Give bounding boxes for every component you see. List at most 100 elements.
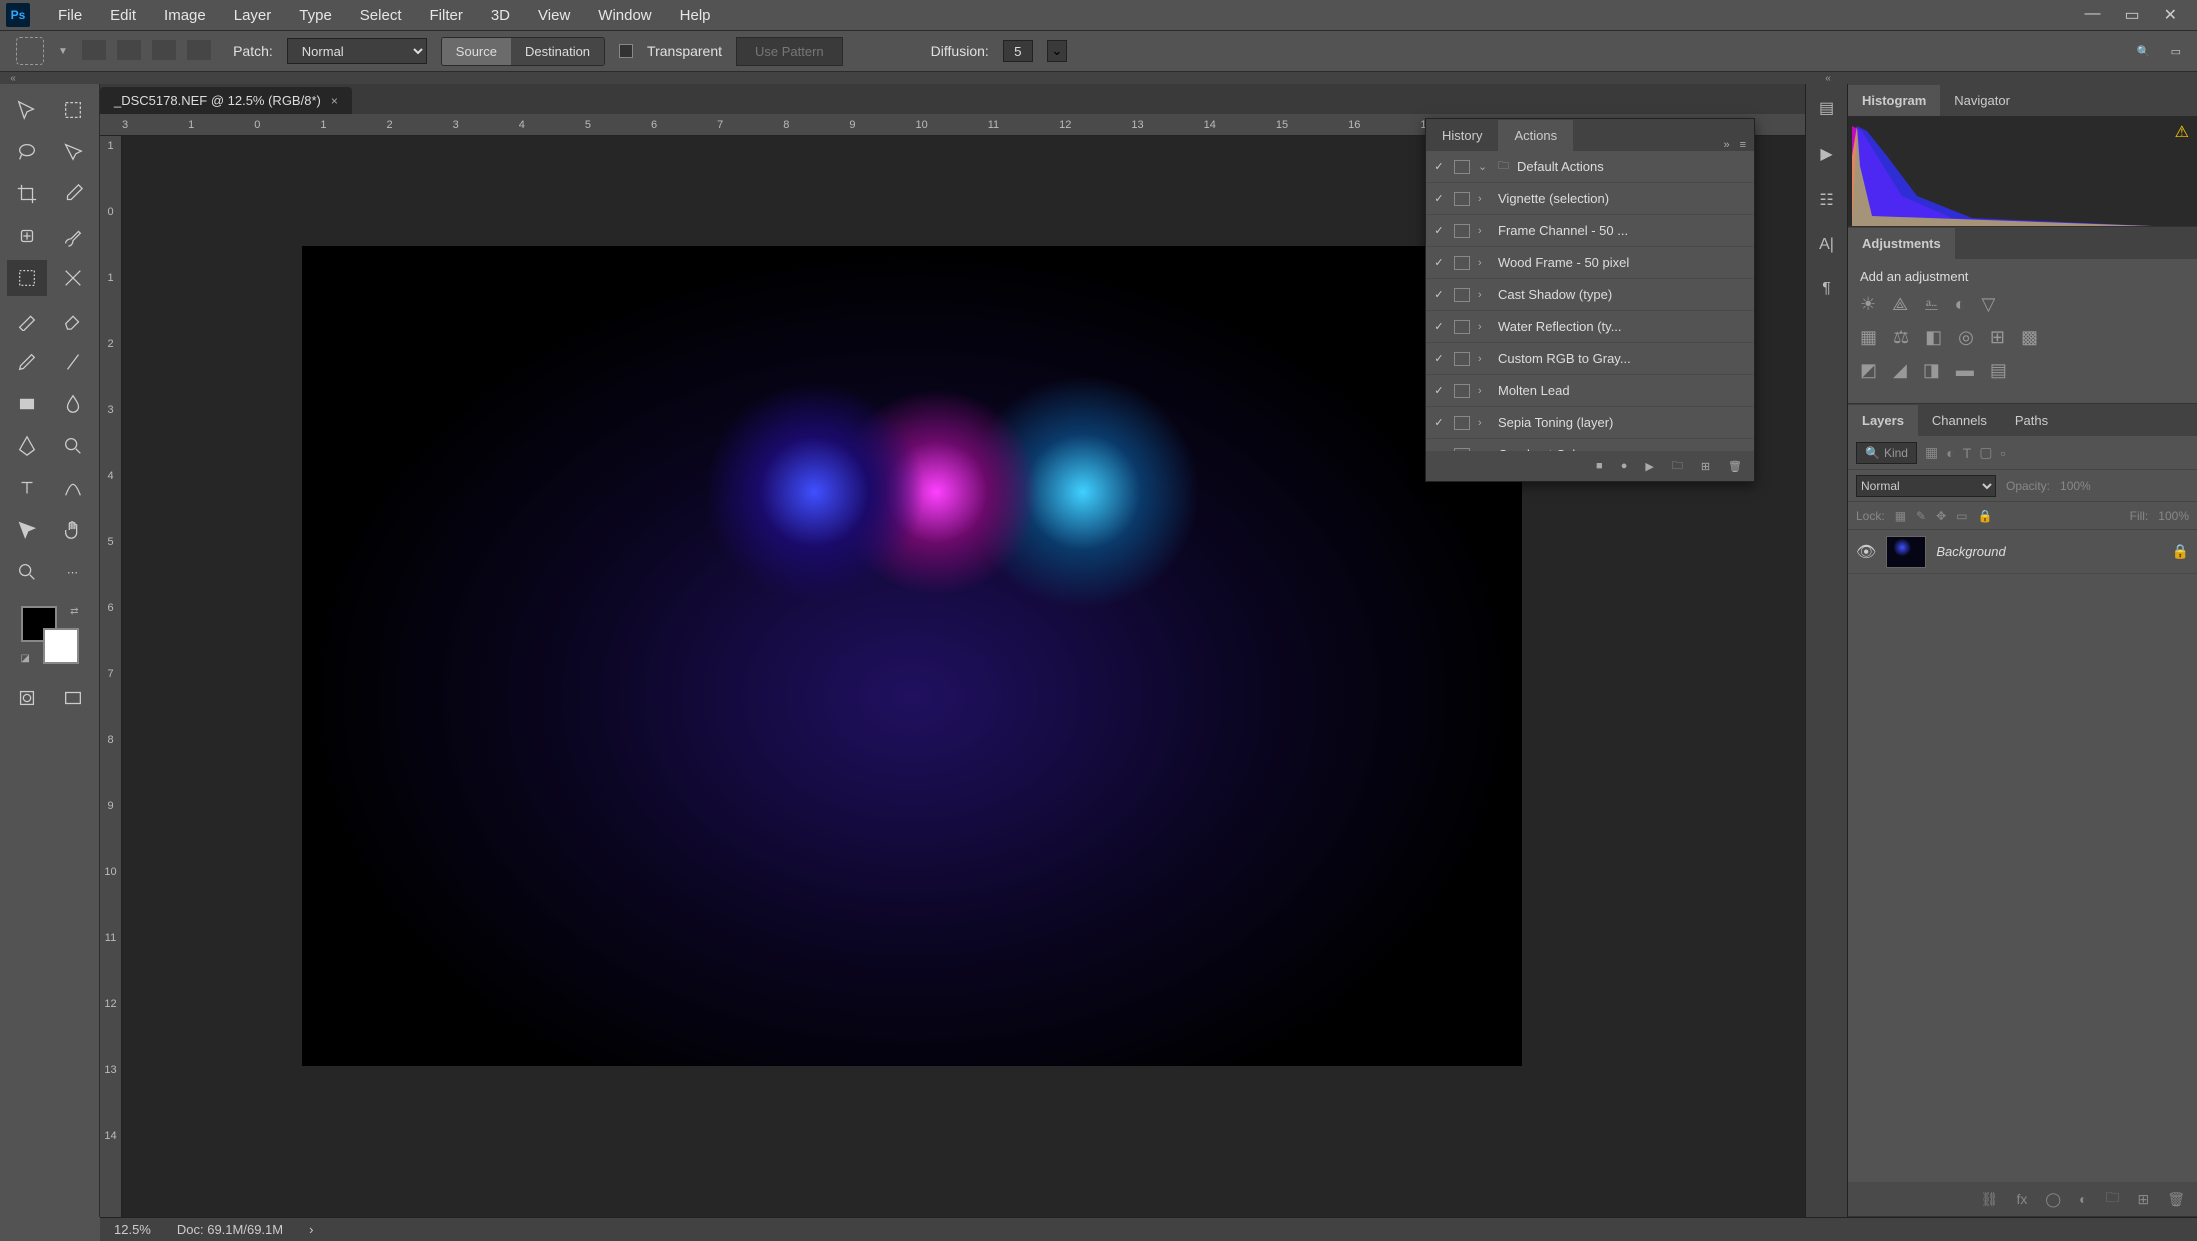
document-tab[interactable]: _DSC5178.NEF @ 12.5% (RGB/8*) × (100, 87, 352, 114)
ruler-vertical[interactable]: 101234567891011121314 (100, 136, 122, 1217)
adj-posterize-icon[interactable]: ◢ (1893, 360, 1907, 381)
delete-action-icon[interactable]: 🗑 (1728, 460, 1742, 473)
menu-file[interactable]: File (44, 7, 96, 24)
action-row[interactable]: ✓›Cast Shadow (type) (1426, 279, 1754, 311)
tab-adjustments[interactable]: Adjustments (1848, 228, 1955, 259)
new-group-icon[interactable]: 🗀 (2105, 1187, 2119, 1211)
layer-thumbnail[interactable] (1886, 536, 1926, 568)
adj-selective-icon[interactable]: ▤ (1990, 360, 2007, 381)
tab-channels[interactable]: Channels (1918, 405, 2001, 436)
adj-curves-icon[interactable]: ⎁ (1924, 294, 1938, 315)
panel-menu-icon[interactable]: ≡ (1740, 139, 1746, 151)
panel-icon-paragraph[interactable]: ¶ (1822, 280, 1831, 298)
layer-fx-icon[interactable]: fx (2016, 1191, 2027, 1207)
panel-collapse-icon[interactable]: » (1723, 139, 1729, 151)
search-icon[interactable]: 🔍 (2137, 45, 2151, 58)
menu-window[interactable]: Window (584, 7, 665, 24)
filter-adjust-icon[interactable]: ◐ (1946, 445, 1954, 461)
pen-tool[interactable] (7, 428, 47, 464)
menu-layer[interactable]: Layer (220, 7, 286, 24)
layer-lock-icon[interactable]: 🔒 (2172, 543, 2189, 560)
histogram-warning-icon[interactable]: ⚠ (2175, 122, 2189, 142)
gradient-tool[interactable] (53, 344, 93, 380)
adj-exposure-icon[interactable]: ◐ (1955, 294, 1966, 315)
current-tool-icon[interactable] (16, 37, 44, 65)
opacity-value[interactable]: 100% (2060, 479, 2091, 493)
brush-tool[interactable] (53, 218, 93, 254)
menu-type[interactable]: Type (285, 7, 346, 24)
action-row[interactable]: ✓›Sepia Toning (layer) (1426, 407, 1754, 439)
adj-balance-icon[interactable]: ⚖ (1893, 327, 1909, 348)
panel-icon-character[interactable]: A| (1819, 236, 1834, 254)
new-layer-icon[interactable]: ⊞ (2137, 1191, 2149, 1208)
lock-pixels-icon[interactable]: ▦ (1895, 509, 1906, 523)
close-tab-icon[interactable]: × (331, 94, 338, 108)
menu-view[interactable]: View (524, 7, 584, 24)
filter-type-icon[interactable]: T (1963, 445, 1972, 461)
link-layers-icon[interactable]: ⛓ (1981, 1191, 1999, 1208)
tool-preset-chevron-icon[interactable]: ▼ (58, 46, 68, 57)
maximize-icon[interactable]: ▭ (2124, 5, 2139, 25)
color-swatches[interactable]: ⇄ ◪ (21, 606, 79, 664)
panel-icon-swatches[interactable]: ▤ (1819, 98, 1834, 118)
adj-lut-icon[interactable]: ▩ (2021, 327, 2038, 348)
adj-channel-mixer-icon[interactable]: ⊞ (1990, 327, 2005, 348)
zoom-tool[interactable] (7, 554, 47, 590)
menu-3d[interactable]: 3D (477, 7, 524, 24)
patch-intersect-icon[interactable] (187, 40, 211, 60)
action-row[interactable]: ✓›Frame Channel - 50 ... (1426, 215, 1754, 247)
blend-mode-select[interactable]: Normal (1856, 475, 1996, 497)
tab-history[interactable]: History (1426, 120, 1498, 151)
lock-paint-icon[interactable]: ✎ (1916, 509, 1926, 523)
actions-panel[interactable]: History Actions » ≡ ✓ ⌄ 🗀 Default Action… (1425, 118, 1755, 482)
diffusion-stepper[interactable]: ⌄ (1047, 40, 1067, 62)
panel-icon-styles[interactable]: ☷ (1819, 190, 1833, 210)
hand-tool[interactable] (53, 512, 93, 548)
action-row[interactable]: ✓›Molten Lead (1426, 375, 1754, 407)
more-tools[interactable]: ⋯ (53, 554, 93, 590)
tab-actions[interactable]: Actions (1498, 120, 1573, 151)
adj-invert-icon[interactable]: ◩ (1860, 360, 1877, 381)
background-swatch[interactable] (43, 628, 79, 664)
action-row[interactable]: ✓›Vignette (selection) (1426, 183, 1754, 215)
adj-bw-icon[interactable]: ◧ (1925, 327, 1942, 348)
diffusion-input[interactable] (1003, 40, 1033, 62)
menu-edit[interactable]: Edit (96, 7, 150, 24)
lock-artboard-icon[interactable]: ▭ (1956, 509, 1967, 523)
clone-tool[interactable] (53, 260, 93, 296)
filter-pixel-icon[interactable]: ▦ (1925, 444, 1938, 461)
source-button[interactable]: Source (442, 38, 511, 65)
menu-image[interactable]: Image (150, 7, 220, 24)
move-tool[interactable] (7, 92, 47, 128)
direct-select-tool[interactable] (7, 512, 47, 548)
adj-threshold-icon[interactable]: ◨ (1923, 360, 1940, 381)
layer-row[interactable]: 👁 Background 🔒 (1848, 530, 2197, 574)
history-brush-tool[interactable] (7, 302, 47, 338)
lock-all-icon[interactable]: 🔒 (1978, 509, 1993, 523)
action-dialog-box[interactable] (1454, 160, 1470, 174)
quick-select-tool[interactable] (53, 134, 93, 170)
filter-shape-icon[interactable]: ▢ (1979, 444, 1992, 461)
action-row[interactable]: ✓›Water Reflection (ty... (1426, 311, 1754, 343)
close-icon[interactable]: ✕ (2164, 5, 2177, 25)
tab-navigator[interactable]: Navigator (1940, 85, 2024, 116)
patch-tool[interactable] (7, 260, 47, 296)
adj-gradientmap-icon[interactable]: ▬ (1956, 360, 1974, 381)
minimize-icon[interactable]: — (2084, 5, 2100, 25)
patch-mode-select[interactable]: Normal (287, 38, 427, 64)
new-set-icon[interactable]: 🗀 (1672, 457, 1683, 476)
panel-icon-play[interactable]: ▶ (1820, 144, 1832, 164)
adj-vibrance-icon[interactable]: ▽ (1981, 294, 1995, 315)
pencil-tool[interactable] (7, 344, 47, 380)
actions-folder-row[interactable]: ✓ ⌄ 🗀 Default Actions (1426, 151, 1754, 183)
rectangle-tool[interactable] (7, 386, 47, 422)
adj-brightness-icon[interactable]: ☀ (1860, 294, 1876, 315)
eyedropper-tool[interactable] (53, 176, 93, 212)
new-adjustment-icon[interactable]: ◐ (2079, 1191, 2087, 1207)
lock-position-icon[interactable]: ✥ (1936, 509, 1946, 523)
action-row[interactable]: ✓›Wood Frame - 50 pixel (1426, 247, 1754, 279)
filter-kind-select[interactable]: 🔍 Kind (1856, 442, 1917, 464)
doc-info-chevron-icon[interactable]: › (309, 1222, 313, 1237)
stop-action-icon[interactable]: ■ (1596, 460, 1603, 472)
layer-name[interactable]: Background (1936, 544, 2161, 559)
